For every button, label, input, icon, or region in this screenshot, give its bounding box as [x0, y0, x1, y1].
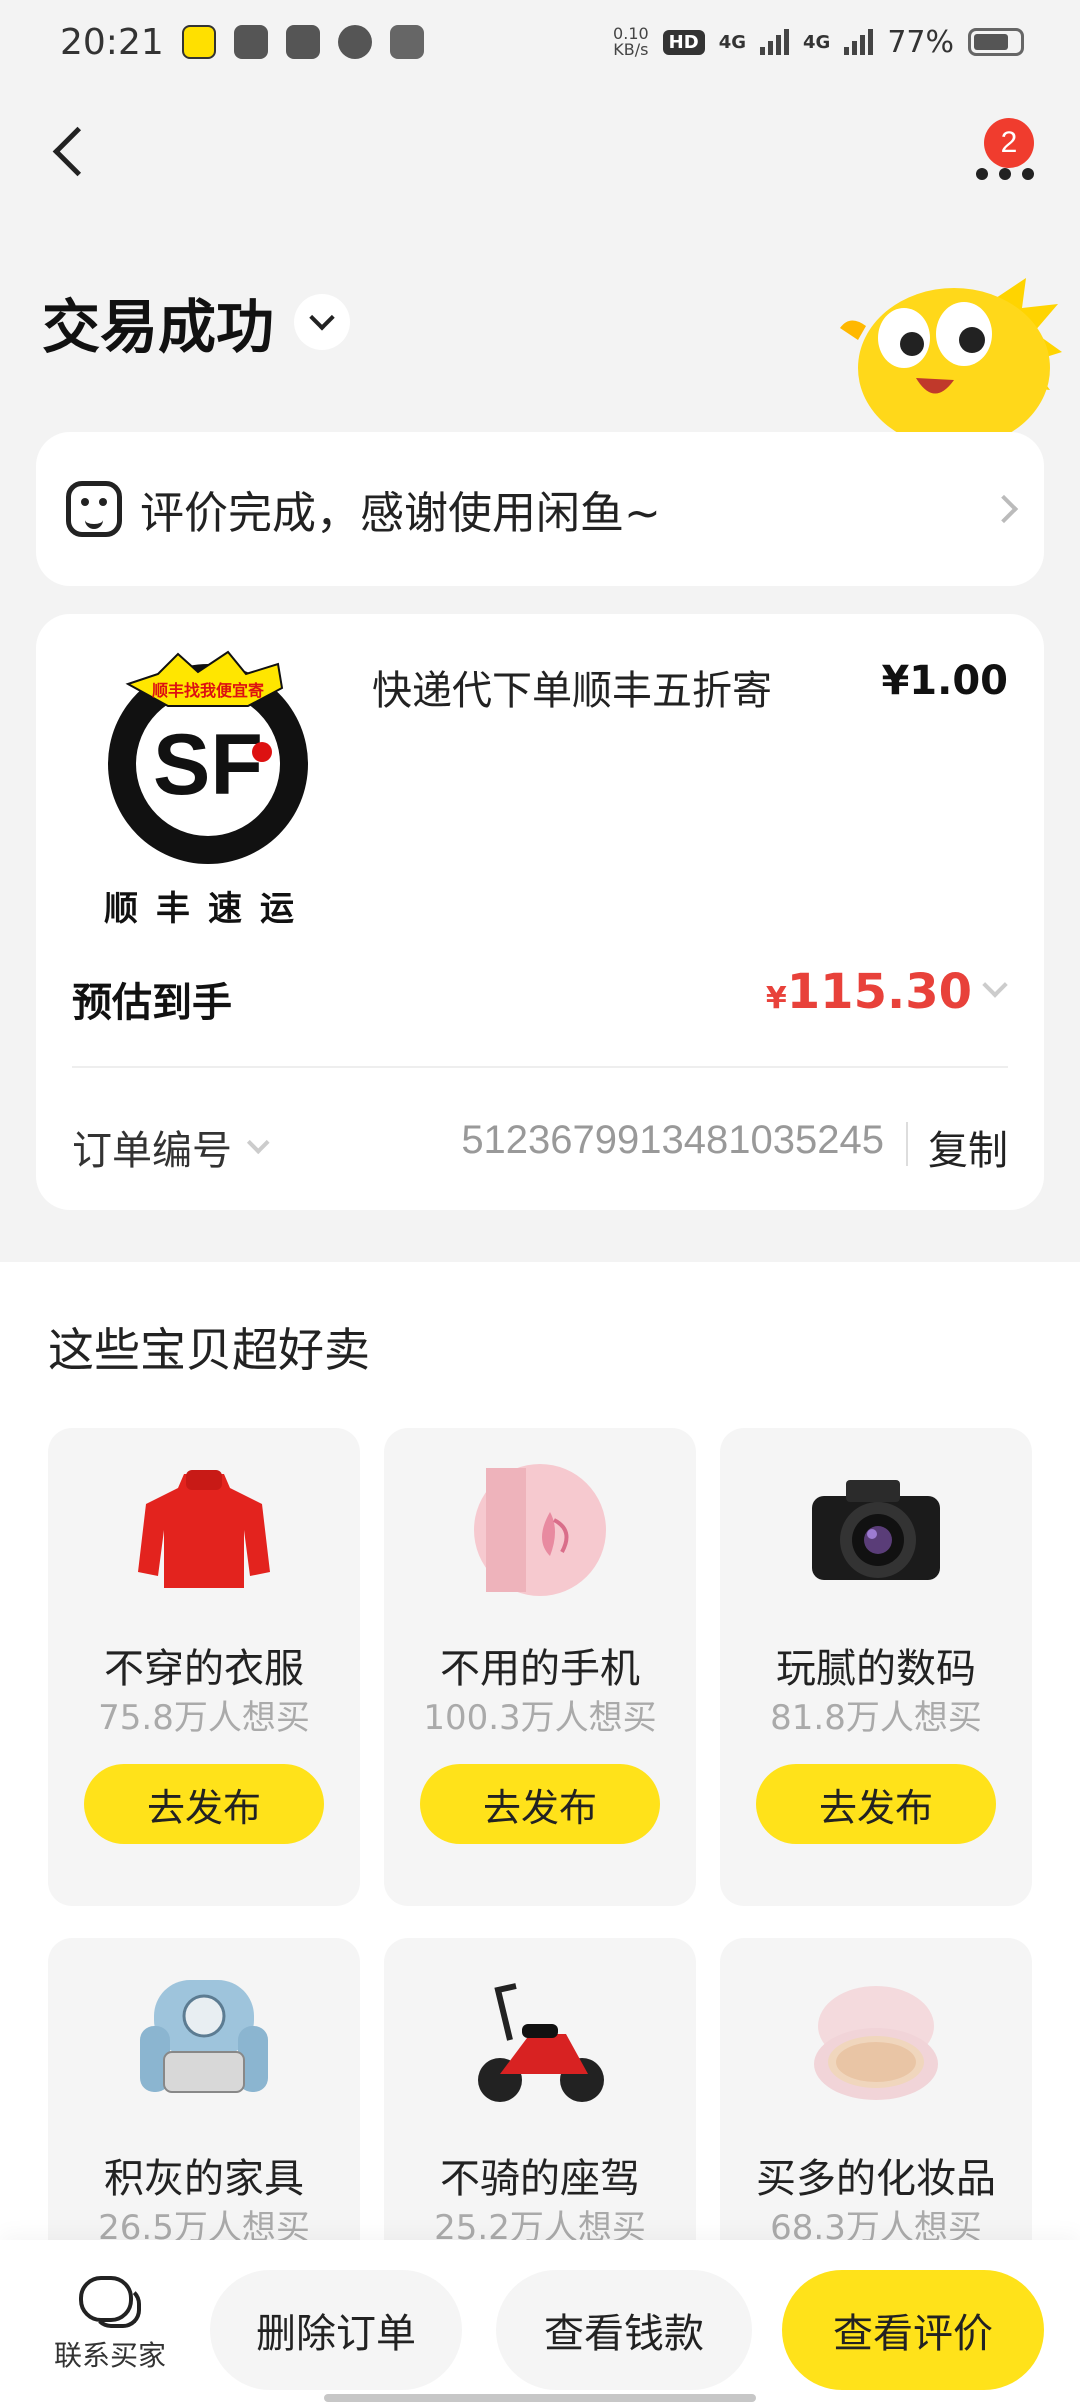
recommend-tile[interactable]: 不穿的衣服 75.8万人想买 去发布: [48, 1428, 360, 1906]
more-dots-icon: [976, 168, 1034, 180]
tile-count: 75.8万人想买: [98, 1698, 310, 1738]
copy-button[interactable]: 复制: [928, 1118, 1008, 1176]
signal-icon: [760, 29, 789, 55]
chevron-down-icon[interactable]: [982, 972, 1008, 998]
order-number-value: 5123679913481035245: [461, 1118, 884, 1162]
tile-count: 81.8万人想买: [770, 1698, 982, 1738]
order-number-label[interactable]: 订单编号: [72, 1118, 270, 1176]
red-sweater-icon: [138, 1470, 270, 1588]
scooter-icon: [478, 1983, 604, 2102]
more-button[interactable]: 2: [970, 118, 1040, 190]
location-notification-icon: [337, 25, 372, 59]
notification-badge: 2: [984, 118, 1034, 168]
hd-icon: HD: [662, 29, 705, 55]
signal-label-1: 4G: [718, 31, 746, 53]
status-bar: 20:21 0.10 KB/s HD 4G 4G 77%: [0, 0, 1080, 84]
cushion-compact-icon: [814, 1986, 938, 2100]
delete-order-button[interactable]: 删除订单: [210, 2270, 462, 2390]
recommend-title: 这些宝贝超好卖: [48, 1323, 370, 1377]
review-notice-card[interactable]: 评价完成，感谢使用闲鱼~: [36, 432, 1044, 586]
app-notification-icon: [181, 25, 216, 59]
camera-icon: [812, 1480, 940, 1580]
net-speed: 0.10 KB/s: [613, 24, 649, 59]
svg-text:顺丰找我便宜寄: 顺丰找我便宜寄: [152, 681, 264, 700]
battery-percent: 77%: [887, 24, 954, 60]
battery-icon: [968, 28, 1024, 56]
signal-icon-2: [844, 29, 874, 55]
tiktok-notification-icon: [389, 25, 424, 59]
order-card: SF 顺丰找我便宜寄 顺丰速运 快递代下单顺丰五折寄 ¥1.00 预估到手 ¥1…: [36, 614, 1044, 1210]
svg-text:顺丰速运: 顺丰速运: [104, 889, 312, 929]
mascot-fish-icon: [840, 278, 1062, 438]
chevron-down-icon[interactable]: [294, 294, 351, 350]
publish-button[interactable]: 去发布: [756, 1764, 996, 1844]
recommend-section: 这些宝贝超好卖 不穿的衣服 75.8万人想买 去发布 不用的手机 100.3万人…: [0, 1262, 1080, 2408]
chevron-right-icon: [989, 494, 1019, 524]
contact-buyer-label: 联系买家: [53, 2339, 166, 2372]
recommend-tile[interactable]: 玩腻的数码 81.8万人想买 去发布: [720, 1428, 1032, 1906]
mail-notification-icon: [233, 25, 268, 59]
tile-name: 不骑的座驾: [440, 2156, 640, 2202]
armchair-icon: [140, 1980, 268, 2093]
tile-name: 买多的化妆品: [756, 2156, 996, 2202]
chevron-down-icon: [246, 1131, 270, 1155]
tile-name: 玩腻的数码: [776, 1646, 976, 1692]
view-review-button[interactable]: 查看评价: [782, 2270, 1044, 2390]
back-button[interactable]: [44, 112, 104, 192]
publish-button[interactable]: 去发布: [84, 1764, 324, 1844]
status-time: 20:21: [60, 21, 164, 63]
tile-name: 积灰的家具: [104, 2156, 304, 2202]
home-indicator[interactable]: [324, 2394, 756, 2402]
estimated-amount[interactable]: ¥115.30: [766, 964, 972, 1020]
contact-buyer-button[interactable]: 联系买家: [40, 2276, 180, 2374]
publish-button[interactable]: 去发布: [420, 1764, 660, 1844]
product-name[interactable]: 快递代下单顺丰五折寄: [372, 658, 772, 716]
review-notice-text: 评价完成，感谢使用闲鱼~: [140, 488, 661, 539]
nav-bar: 2: [0, 100, 1080, 200]
tile-name: 不穿的衣服: [104, 1646, 304, 1692]
tile-count: 100.3万人想买: [423, 1698, 657, 1738]
sf-express-logo[interactable]: SF 顺丰找我便宜寄 顺丰速运: [68, 644, 358, 934]
recommend-tile[interactable]: 不用的手机 100.3万人想买 去发布: [384, 1428, 696, 1906]
title-row: 交易成功: [42, 280, 351, 364]
chat-icon: [79, 2276, 141, 2328]
bottom-action-bar: 联系买家 删除订单 查看钱款 查看评价: [0, 2240, 1080, 2408]
signal-label-2: 4G: [803, 31, 831, 53]
divider: [72, 1066, 1008, 1068]
smile-face-icon: [66, 481, 122, 537]
alipay-notification-icon: [285, 25, 320, 59]
view-money-button[interactable]: 查看钱款: [496, 2270, 752, 2390]
copy-separator: [906, 1122, 908, 1166]
pink-phone-icon: [474, 1464, 606, 1596]
svg-text:SF: SF: [153, 717, 263, 813]
page-title: 交易成功: [42, 293, 275, 361]
product-price: ¥1.00: [881, 658, 1008, 704]
estimated-label: 预估到手: [72, 980, 232, 1026]
tile-name: 不用的手机: [440, 1646, 640, 1692]
